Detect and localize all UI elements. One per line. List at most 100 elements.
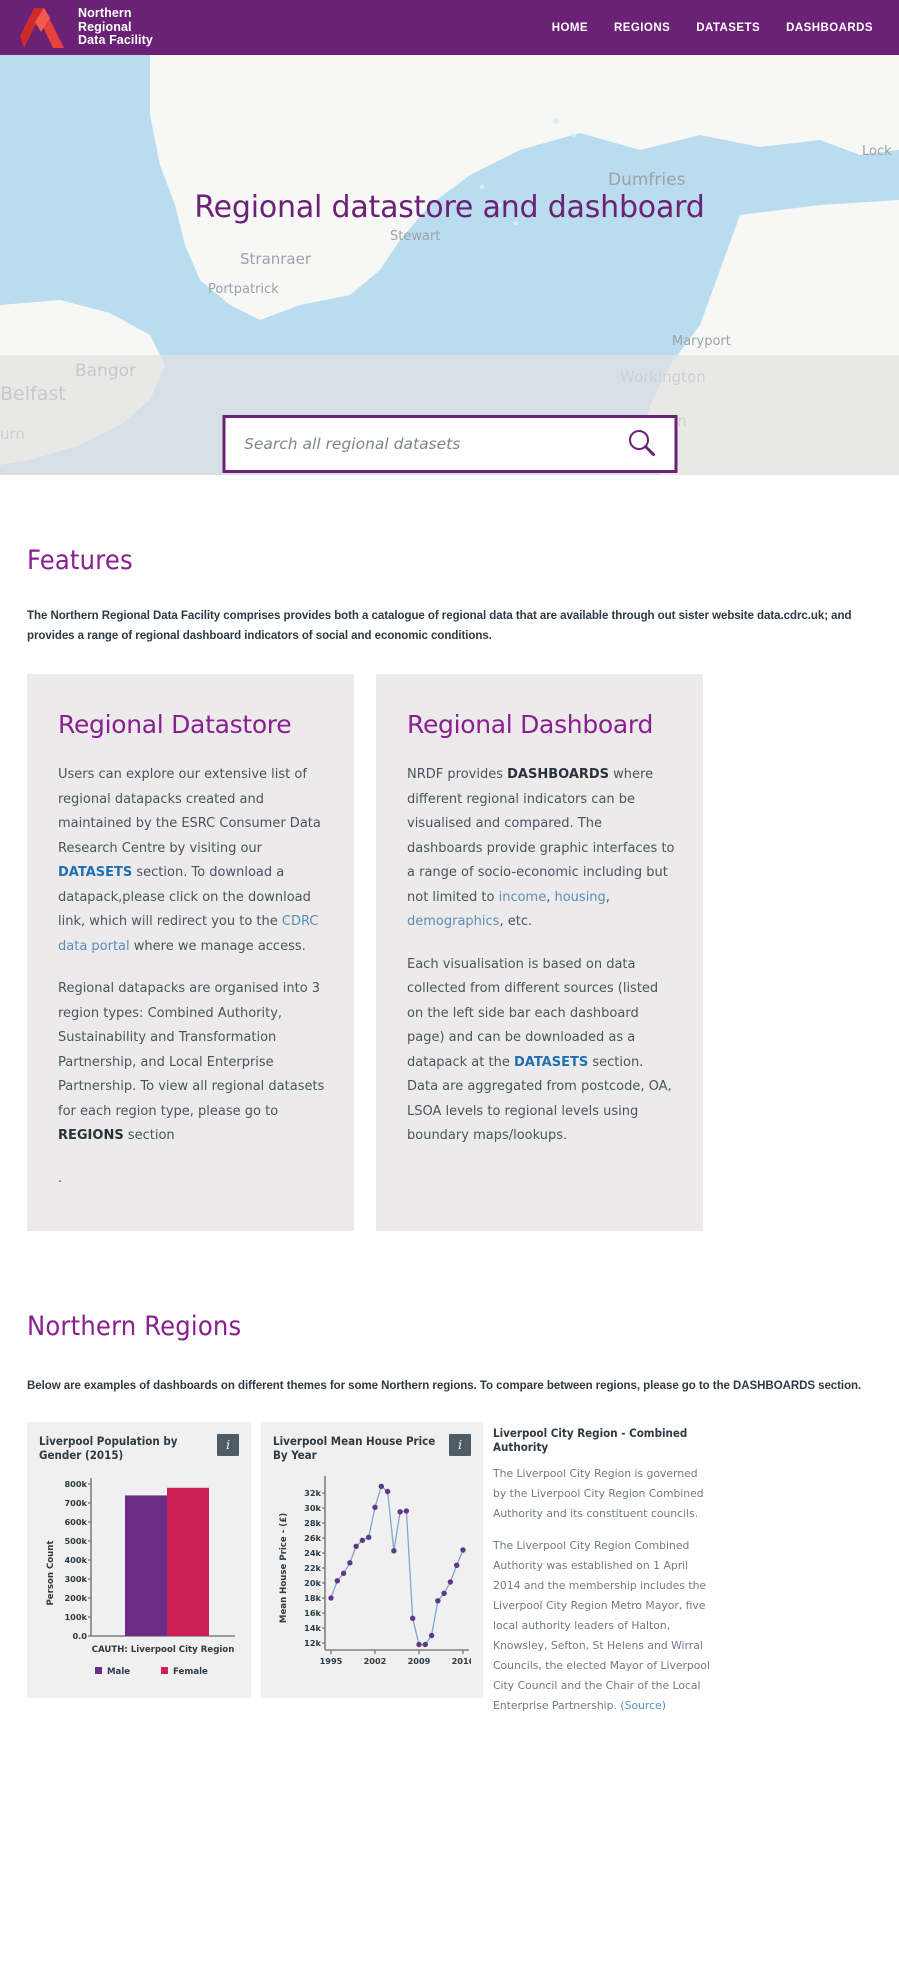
svg-text:800k: 800k xyxy=(64,1479,87,1489)
card-dashboard-paragraph-1: NRDF provides DASHBOARDS where different… xyxy=(407,763,675,935)
card-datastore-paragraph-2: Regional datapacks are organised into 3 … xyxy=(58,977,326,1149)
card-regional-dashboard: Regional Dashboard NRDF provides DASHBOA… xyxy=(376,674,703,1231)
svg-text:400k: 400k xyxy=(64,1555,87,1565)
text-fragment: , etc. xyxy=(499,914,533,929)
svg-text:Female: Female xyxy=(173,1667,208,1677)
svg-text:2009: 2009 xyxy=(408,1656,431,1666)
text-fragment: Each visualisation is based on data coll… xyxy=(407,956,659,1070)
svg-text:1995: 1995 xyxy=(320,1656,343,1666)
svg-text:Stewart: Stewart xyxy=(390,229,440,244)
svg-text:700k: 700k xyxy=(64,1498,87,1508)
main-nav: HOME REGIONS DATASETS DASHBOARDS xyxy=(552,22,873,34)
svg-text:Male: Male xyxy=(107,1667,130,1677)
emphasis-dashboards: DASHBOARDS xyxy=(507,767,610,782)
text-fragment: section xyxy=(123,1128,175,1143)
svg-text:0.0: 0.0 xyxy=(72,1631,87,1641)
emphasis-regions: REGIONS xyxy=(58,1128,124,1143)
svg-text:16k: 16k xyxy=(304,1608,321,1618)
hero-section: Lock Dumfries Stewart Stranraer Portpatr… xyxy=(0,55,899,475)
search-icon xyxy=(625,427,657,462)
svg-text:18k: 18k xyxy=(304,1593,321,1603)
chart-title-house-price: Liverpool Mean House Price By Year xyxy=(273,1434,436,1462)
x-axis-label-population: CAUTH: Liverpool City Region xyxy=(92,1645,235,1655)
text-fragment: Users can explore our extensive list of … xyxy=(58,767,321,856)
text-fragment: , xyxy=(605,889,610,905)
regions-title: Northern Regions xyxy=(27,1311,242,1342)
svg-text:32k: 32k xyxy=(304,1488,321,1498)
panel-header: Liverpool Mean House Price By Year i xyxy=(273,1434,471,1462)
svg-text:Stranraer: Stranraer xyxy=(240,250,312,268)
svg-text:22k: 22k xyxy=(304,1563,321,1573)
link-source[interactable]: (Source) xyxy=(620,1699,666,1712)
card-dashboard-paragraph-2: Each visualisation is based on data coll… xyxy=(407,953,675,1149)
features-intro: The Northern Regional Data Facility comp… xyxy=(27,610,852,642)
link-income[interactable]: income xyxy=(499,890,547,905)
svg-text:Portpatrick: Portpatrick xyxy=(208,282,279,297)
line-chart-house-price: 12k 14k 16k 18k 20k 22k 24k 26k 28k 30k … xyxy=(279,1476,471,1666)
svg-text:Dumfries: Dumfries xyxy=(608,170,686,190)
svg-text:20k: 20k xyxy=(304,1578,321,1588)
text-fragment: where we manage access. xyxy=(129,938,306,954)
regions-intro: Below are examples of dashboards on diff… xyxy=(27,1380,862,1392)
bar-male xyxy=(125,1495,167,1636)
text-fragment: NRDF provides xyxy=(407,767,508,782)
link-housing[interactable]: housing xyxy=(554,890,605,905)
brand[interactable]: Northern Regional Data Facility xyxy=(20,6,153,50)
feature-cards: Regional Datastore Users can explore our… xyxy=(27,674,872,1231)
svg-text:26k: 26k xyxy=(304,1533,321,1543)
card-regional-datastore: Regional Datastore Users can explore our… xyxy=(27,674,354,1231)
info-button-house-price[interactable]: i xyxy=(449,1434,471,1456)
svg-text:28k: 28k xyxy=(304,1518,321,1528)
dashboard-panels: Liverpool Population by Gender (2015) i … xyxy=(27,1422,872,1728)
y-axis-label-population: Person Count xyxy=(46,1540,56,1605)
northern-regions-section: Northern Regions Below are examples of d… xyxy=(0,1231,899,1728)
features-title: Features xyxy=(27,545,133,576)
panel-mean-house-price: Liverpool Mean House Price By Year i 12k… xyxy=(261,1422,483,1698)
svg-text:14k: 14k xyxy=(304,1623,321,1633)
svg-text:12k: 12k xyxy=(304,1638,321,1648)
link-demographics[interactable]: demographics xyxy=(407,914,499,929)
svg-text:300k: 300k xyxy=(64,1574,87,1584)
brand-text: Northern Regional Data Facility xyxy=(78,7,153,48)
card-datastore-paragraph-3: . xyxy=(58,1170,63,1186)
panel-header: Liverpool Population by Gender (2015) i xyxy=(39,1434,239,1462)
brand-line-1: Northern xyxy=(78,6,132,21)
svg-text:2002: 2002 xyxy=(364,1656,387,1666)
nav-home[interactable]: HOME xyxy=(552,22,588,34)
chart-title-population: Liverpool Population by Gender (2015) xyxy=(39,1434,178,1462)
nav-regions[interactable]: REGIONS xyxy=(614,22,670,34)
bar-chart-population: 0.0 100k 200k 300k 400k 500k 600k 700k 8… xyxy=(46,1478,235,1677)
panel-population-by-gender: Liverpool Population by Gender (2015) i … xyxy=(27,1422,251,1698)
search-input[interactable] xyxy=(244,435,618,453)
brand-line-3: Data Facility xyxy=(78,33,153,48)
y-axis-label-house-price: Mean House Price - (£) xyxy=(279,1513,289,1623)
card-title-dashboard: Regional Dashboard xyxy=(407,710,654,739)
search-bar[interactable] xyxy=(222,415,677,473)
text-fragment: Regional datapacks are organised into 3 … xyxy=(58,981,325,1119)
info-button-population[interactable]: i xyxy=(217,1434,239,1456)
region-description-title: Liverpool City Region - Combined Authori… xyxy=(493,1426,688,1454)
svg-text:Maryport: Maryport xyxy=(672,334,731,349)
site-header: Northern Regional Data Facility HOME REG… xyxy=(0,0,899,55)
link-datasets-2-label: DATASETS xyxy=(513,1054,589,1070)
svg-text:600k: 600k xyxy=(64,1517,87,1527)
link-datasets[interactable]: DATASETS xyxy=(58,865,132,880)
bar-female xyxy=(167,1487,209,1636)
brand-line-2: Regional xyxy=(78,19,132,34)
nav-datasets[interactable]: DATASETS xyxy=(696,22,760,34)
svg-text:100k: 100k xyxy=(64,1612,87,1622)
text-fragment: where different regional indicators can … xyxy=(407,767,675,905)
nav-dashboards[interactable]: DASHBOARDS xyxy=(786,22,873,34)
region-description-paragraph-2: The Liverpool City Region Combined Autho… xyxy=(493,1536,711,1716)
card-title-datastore: Regional Datastore xyxy=(58,710,292,739)
link-datasets-2[interactable]: DATASETS xyxy=(514,1055,588,1070)
features-section: Features The Northern Regional Data Faci… xyxy=(0,475,899,1231)
chart-legend-population: Male Female xyxy=(95,1667,208,1677)
region-description-paragraph-1: The Liverpool City Region is governed by… xyxy=(493,1467,704,1520)
card-datastore-paragraph-1: Users can explore our extensive list of … xyxy=(58,763,326,959)
page-title: Regional datastore and dashboard xyxy=(194,190,705,225)
panel-region-description: Liverpool City Region - Combined Authori… xyxy=(493,1422,711,1728)
nrdf-logo-icon xyxy=(20,6,66,50)
search-button[interactable] xyxy=(618,421,664,467)
svg-text:200k: 200k xyxy=(64,1593,87,1603)
